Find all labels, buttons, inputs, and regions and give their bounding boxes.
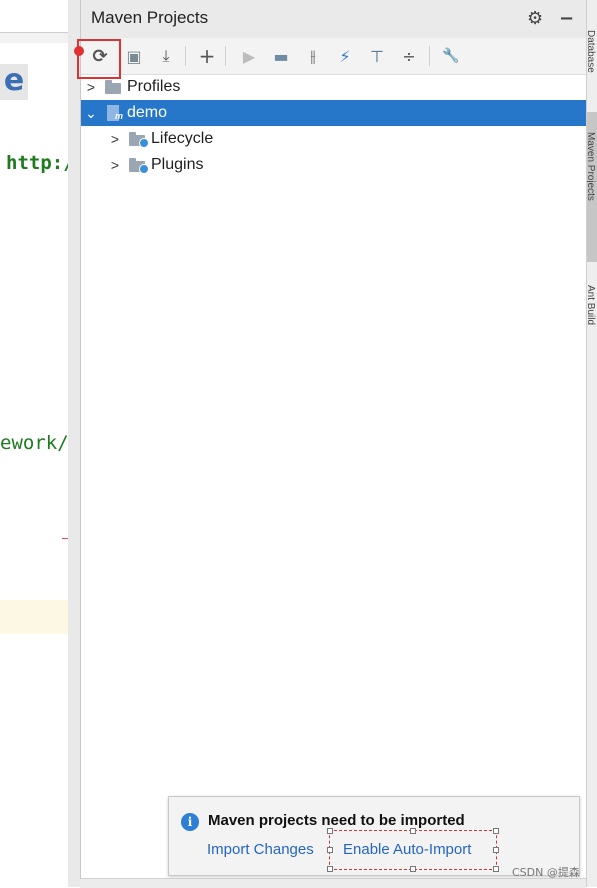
- chevron-right-icon[interactable]: >: [107, 157, 123, 173]
- tree-item-profiles[interactable]: > Profiles: [81, 74, 587, 100]
- toggle-offline-button[interactable]: ⫲: [301, 44, 325, 68]
- add-icon: +: [198, 44, 216, 68]
- toolbar-separator: [185, 46, 186, 66]
- tool-window-tab-database[interactable]: Database: [587, 30, 596, 73]
- skip-tests-icon: ⚡: [339, 46, 351, 66]
- run-icon: ▶: [242, 46, 256, 66]
- notification-title: Maven projects need to be imported: [208, 812, 465, 829]
- resize-handle: [410, 866, 416, 872]
- editor-tab-strip: [0, 32, 68, 43]
- plugins-folder-icon: [129, 158, 149, 174]
- tree-item-label: Profiles: [127, 78, 181, 95]
- maven-settings-button[interactable]: 🔧: [439, 44, 463, 68]
- highlight-box: [77, 39, 121, 79]
- panel-title: Maven Projects: [91, 8, 209, 27]
- code-editor[interactable]: e http:/ ework/s: [0, 0, 69, 887]
- resize-handle: [327, 847, 333, 853]
- resize-handle: [493, 828, 499, 834]
- toolbar-separator: [225, 46, 226, 66]
- chevron-right-icon[interactable]: >: [83, 79, 99, 95]
- tree-item-demo[interactable]: ⌄ m demo: [81, 100, 587, 126]
- skip-tests-button[interactable]: ⚡: [333, 44, 357, 68]
- editor-scroll-gutter[interactable]: [68, 0, 80, 887]
- right-tool-window-bar: Database Maven Projects Ant Build: [586, 0, 597, 887]
- code-line-url: http:/: [6, 152, 69, 174]
- chevron-down-icon[interactable]: ⌄: [83, 105, 99, 122]
- folder-icon: [105, 80, 123, 94]
- resize-handle: [327, 866, 333, 872]
- tree-item-label: demo: [127, 104, 168, 121]
- execute-goal-button[interactable]: ▬: [269, 44, 293, 68]
- tree-item-label: Plugins: [151, 156, 204, 173]
- resize-handle: [493, 847, 499, 853]
- resize-handle: [327, 828, 333, 834]
- maven-toolbar: ⟳ ▣ ⤓ + ▶ ▬ ⫲ ⚡ ⊤ ÷ 🔧: [74, 38, 587, 79]
- tree-item-lifecycle[interactable]: > Lifecycle: [81, 126, 587, 152]
- collapse-all-icon: ÷: [402, 46, 416, 66]
- show-dependencies-icon: ⊤: [370, 46, 384, 66]
- tree-item-plugins[interactable]: > Plugins: [81, 152, 587, 178]
- panel-header: Maven Projects ⚙ −: [81, 0, 587, 38]
- run-button[interactable]: ▶: [237, 44, 261, 68]
- minimize-icon[interactable]: −: [559, 8, 574, 30]
- tool-window-tab-maven-active[interactable]: Maven Projects: [587, 112, 597, 262]
- resize-handle: [410, 828, 416, 834]
- add-button[interactable]: +: [195, 44, 219, 68]
- current-line-highlight: [0, 600, 68, 634]
- lifecycle-folder-icon: [129, 132, 149, 148]
- settings-wrench-icon: 🔧: [442, 48, 460, 64]
- download-button[interactable]: ⤓: [154, 44, 178, 68]
- import-changes-link[interactable]: Import Changes: [207, 841, 314, 858]
- tool-window-tab-ant[interactable]: Ant Build: [587, 285, 596, 325]
- tool-window-tab-maven[interactable]: Maven Projects: [587, 132, 596, 201]
- editor-letter: e: [0, 64, 28, 100]
- collapse-all-button[interactable]: ÷: [397, 44, 421, 68]
- resize-handle: [493, 866, 499, 872]
- download-icon: ⤓: [162, 46, 170, 65]
- tree-item-label: Lifecycle: [151, 130, 214, 147]
- maven-project-tree: > Profiles ⌄ m demo > Lifecycle > Plugin…: [81, 74, 587, 178]
- code-line-framework: ework/s: [0, 432, 69, 454]
- chevron-right-icon[interactable]: >: [107, 131, 123, 147]
- execute-goal-icon: ▬: [273, 46, 289, 66]
- toggle-offline-icon: ⫲: [310, 46, 316, 65]
- maven-module-icon: m: [105, 105, 123, 121]
- show-dependencies-button[interactable]: ⊤: [365, 44, 389, 68]
- watermark: CSDN @提森: [512, 866, 580, 879]
- info-icon: i: [181, 813, 199, 831]
- generate-sources-icon: ▣: [126, 46, 142, 66]
- generate-sources-button[interactable]: ▣: [122, 44, 146, 68]
- maven-projects-panel: Maven Projects ⚙ − ⟳ ▣ ⤓ + ▶ ▬ ⫲ ⚡ ⊤ ÷ 🔧…: [74, 0, 587, 887]
- selection-box: [327, 828, 499, 872]
- gear-icon[interactable]: ⚙: [527, 8, 543, 30]
- toolbar-separator: [429, 46, 430, 66]
- reimport-button[interactable]: ⟳: [74, 39, 121, 79]
